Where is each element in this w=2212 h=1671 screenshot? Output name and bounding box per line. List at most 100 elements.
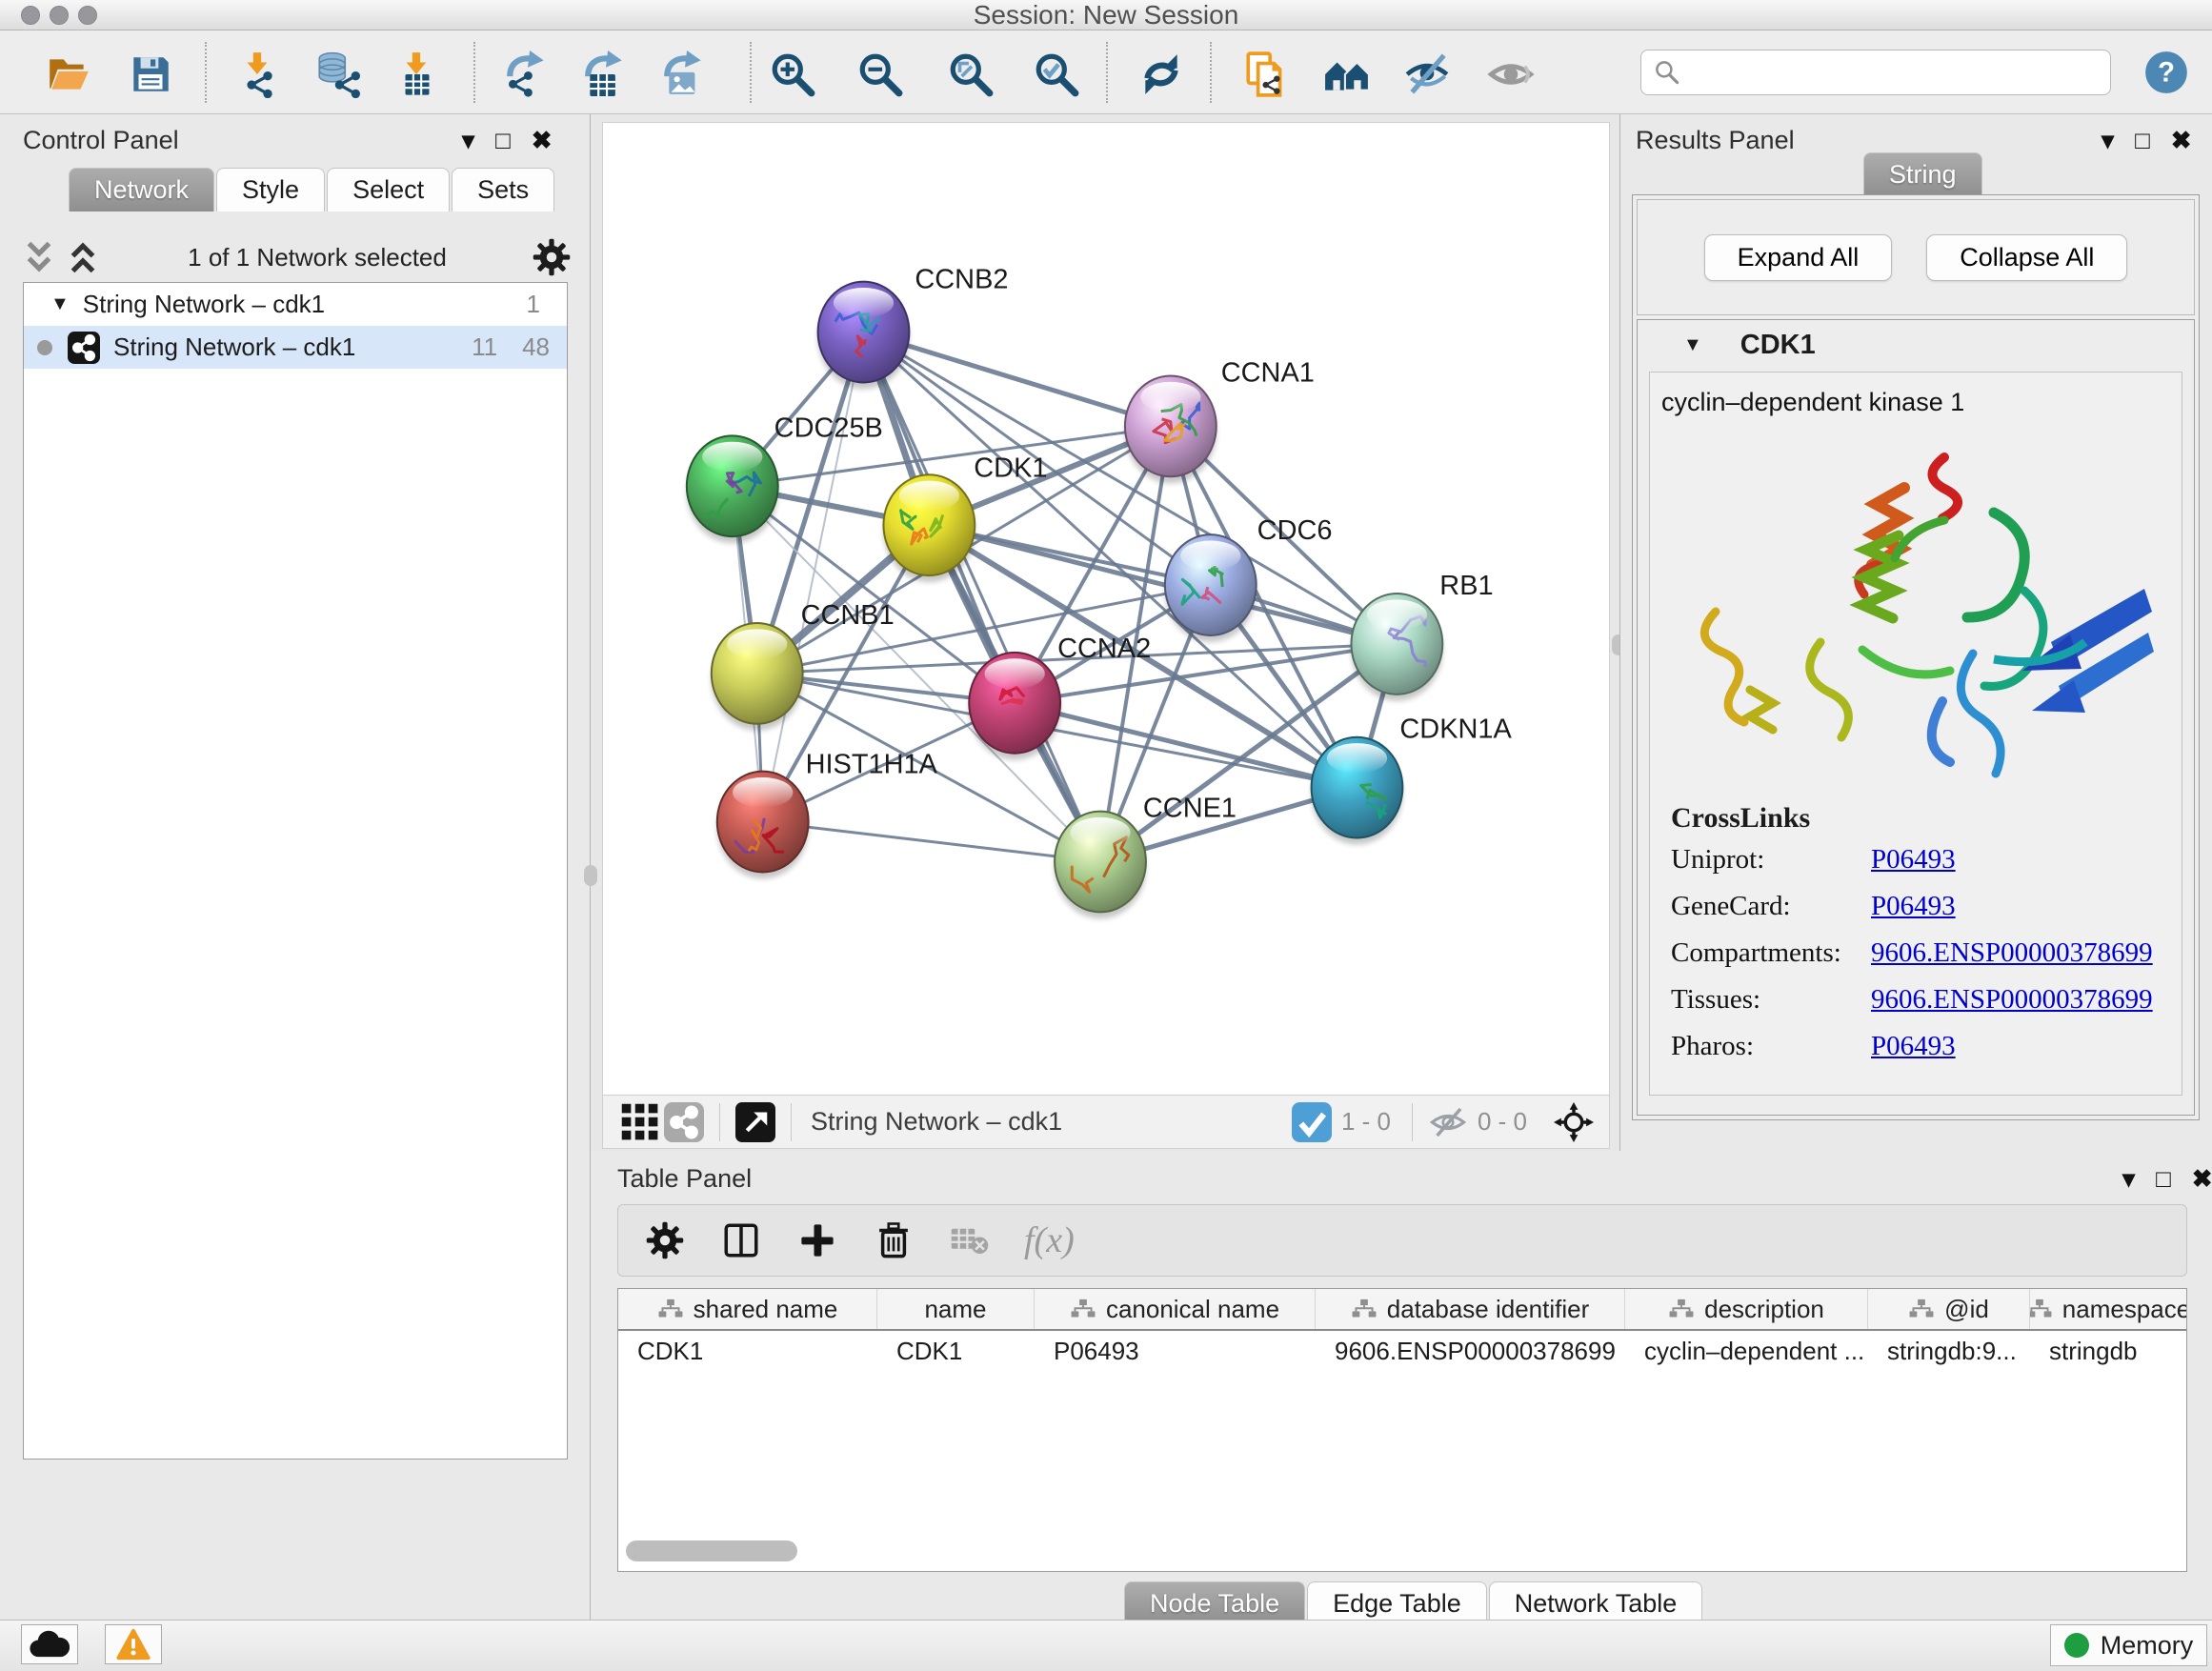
network-node[interactable] [818, 282, 910, 390]
network-node[interactable] [1165, 534, 1257, 642]
warning-status-button[interactable] [105, 1624, 162, 1664]
column-header-id[interactable]: @id [1868, 1289, 2030, 1329]
crosslink-link[interactable]: P06493 [1871, 1031, 1956, 1062]
search-field[interactable] [1640, 50, 2111, 95]
crosslink-link[interactable]: P06493 [1871, 891, 1956, 922]
zoom-out-button[interactable] [854, 48, 907, 101]
grid-view-icon[interactable] [618, 1100, 662, 1144]
import-network-file-button[interactable] [231, 48, 285, 101]
panel-close-icon[interactable]: ✖ [532, 128, 553, 152]
cell-canonicalname[interactable]: P06493 [1035, 1331, 1316, 1373]
node-table[interactable]: shared namenamecanonical namedatabase id… [617, 1288, 2187, 1572]
zoom-fit-button[interactable] [944, 48, 997, 101]
pan-crosshair-icon[interactable] [1552, 1100, 1596, 1144]
tab-style[interactable]: Style [216, 168, 325, 211]
column-header-sharedname[interactable]: shared name [618, 1289, 877, 1329]
export-table-button[interactable] [579, 48, 633, 101]
export-image-button[interactable] [658, 48, 712, 101]
cell-id[interactable]: stringdb:9... [1868, 1331, 2030, 1373]
import-network-database-button[interactable] [312, 48, 365, 101]
column-header-name[interactable]: name [877, 1289, 1035, 1329]
network-node[interactable] [1351, 594, 1442, 701]
crosslink-link[interactable]: P06493 [1871, 844, 1956, 876]
cell-namespace[interactable]: stringdb [2030, 1331, 2187, 1373]
panel-close-icon[interactable]: ✖ [2192, 1166, 2212, 1191]
panel-float-icon[interactable]: □ [2135, 128, 2150, 152]
string-network-badge-icon [68, 332, 100, 364]
network-node[interactable] [687, 435, 778, 543]
gene-section-header[interactable]: ▼ CDK1 [1638, 320, 2194, 370]
network-node[interactable] [969, 653, 1060, 760]
scrollbar-thumb[interactable] [626, 1540, 797, 1561]
tab-sets[interactable]: Sets [452, 168, 554, 211]
crosslinks-title: CrossLinks [1671, 802, 2182, 835]
network-node[interactable] [1125, 375, 1217, 483]
select-columns-icon[interactable] [719, 1218, 763, 1262]
cell-sharedname[interactable]: CDK1 [618, 1331, 877, 1373]
cell-databaseidentifier[interactable]: 9606.ENSP00000378699 [1316, 1331, 1625, 1373]
table-options-gear-icon[interactable] [643, 1218, 687, 1262]
birds-eye-view-icon[interactable] [734, 1100, 777, 1144]
column-header-databaseidentifier[interactable]: database identifier [1316, 1289, 1625, 1329]
collapse-all-button[interactable]: Collapse All [1926, 234, 2127, 281]
panel-menu-icon[interactable]: ▾ [2101, 128, 2114, 152]
expand-all-icon[interactable] [61, 235, 105, 279]
network-collection-row[interactable]: ▼ String Network – cdk1 1 [24, 283, 567, 326]
open-session-button[interactable] [42, 48, 95, 101]
svg-text:CDK1: CDK1 [974, 453, 1047, 483]
save-session-button[interactable] [124, 48, 177, 101]
export-network-button[interactable] [501, 48, 554, 101]
panel-float-icon[interactable]: □ [2156, 1166, 2171, 1191]
tab-select[interactable]: Select [327, 168, 450, 211]
network-node[interactable] [717, 772, 809, 879]
tab-network[interactable]: Network [69, 168, 214, 211]
first-neighbors-button[interactable] [1320, 48, 1374, 101]
search-input[interactable] [1681, 58, 2081, 88]
cloud-status-button[interactable] [21, 1624, 78, 1664]
network-node[interactable] [1055, 812, 1146, 919]
window-close-button[interactable] [21, 6, 40, 25]
table-row[interactable]: CDK1CDK1P064939606.ENSP00000378699cyclin… [618, 1331, 2186, 1373]
column-header-namespace[interactable]: namespace [2030, 1289, 2187, 1329]
panel-menu-icon[interactable]: ▾ [462, 128, 474, 152]
memory-button[interactable]: Memory [2050, 1624, 2207, 1666]
left-splitter-handle[interactable] [584, 865, 597, 886]
cell-description[interactable]: cyclin–dependent ... [1625, 1331, 1868, 1373]
panel-close-icon[interactable]: ✖ [2171, 128, 2192, 152]
network-row-selected[interactable]: String Network – cdk1 11 48 [24, 326, 567, 369]
tree-expand-icon[interactable]: ▼ [50, 293, 70, 315]
crosslink-link[interactable]: 9606.ENSP00000378699 [1871, 937, 2153, 969]
add-column-icon[interactable] [795, 1218, 839, 1262]
collapse-all-icon[interactable] [17, 235, 61, 279]
window-minimize-button[interactable] [50, 6, 69, 25]
zoom-in-button[interactable] [766, 48, 819, 101]
hide-selected-button[interactable] [1400, 48, 1454, 101]
network-options-gear-icon[interactable] [530, 235, 573, 279]
crosslink-link[interactable]: 9606.ENSP00000378699 [1871, 984, 2153, 1016]
window-zoom-button[interactable] [78, 6, 97, 25]
svg-text:CDC25B: CDC25B [774, 413, 883, 443]
refresh-button[interactable] [1135, 48, 1188, 101]
import-table-file-button[interactable] [391, 48, 444, 101]
network-canvas[interactable]: CCNB2CCNA1CDC25BCDK1CDC6RB1CCNB1CCNA2CDK… [602, 122, 1610, 1096]
zoom-selected-button[interactable] [1030, 48, 1083, 101]
string-view-icon[interactable] [662, 1100, 706, 1144]
help-button[interactable]: ? [2142, 48, 2191, 97]
delete-column-icon[interactable] [872, 1218, 915, 1262]
duplicate-network-button[interactable] [1239, 48, 1293, 101]
column-header-canonicalname[interactable]: canonical name [1035, 1289, 1316, 1329]
expand-all-button[interactable]: Expand All [1704, 234, 1893, 281]
panel-menu-icon[interactable]: ▾ [2122, 1166, 2135, 1191]
table-horizontal-scrollbar[interactable] [618, 1540, 2186, 1565]
network-node[interactable] [1312, 737, 1403, 845]
selected-checkbox-icon[interactable] [1290, 1100, 1334, 1144]
panel-float-icon[interactable]: □ [495, 128, 511, 152]
tab-string[interactable]: String [1863, 152, 1982, 196]
network-node[interactable] [883, 474, 975, 582]
show-all-button[interactable] [1484, 48, 1538, 101]
column-header-description[interactable]: description [1625, 1289, 1868, 1329]
hidden-eye-icon[interactable] [1426, 1100, 1470, 1144]
cell-name[interactable]: CDK1 [877, 1331, 1035, 1373]
network-node[interactable] [712, 623, 803, 731]
section-collapse-icon[interactable]: ▼ [1683, 334, 1702, 356]
